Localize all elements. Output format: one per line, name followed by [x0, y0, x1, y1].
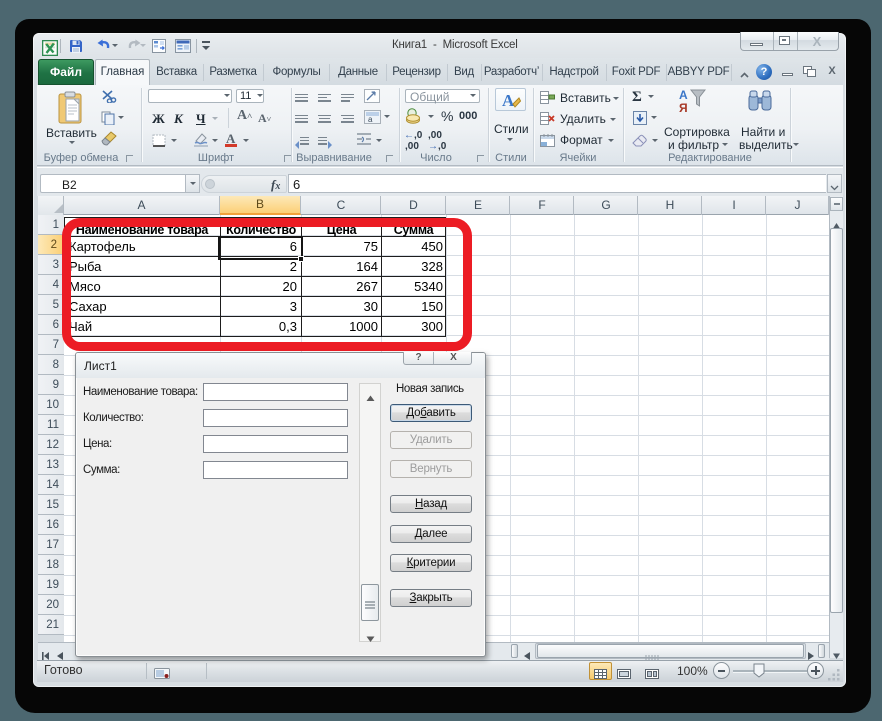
svg-text:A: A [502, 91, 515, 109]
svg-text:А: А [679, 88, 688, 102]
svg-text:a: a [368, 115, 373, 124]
svg-text:Я: Я [679, 101, 688, 113]
